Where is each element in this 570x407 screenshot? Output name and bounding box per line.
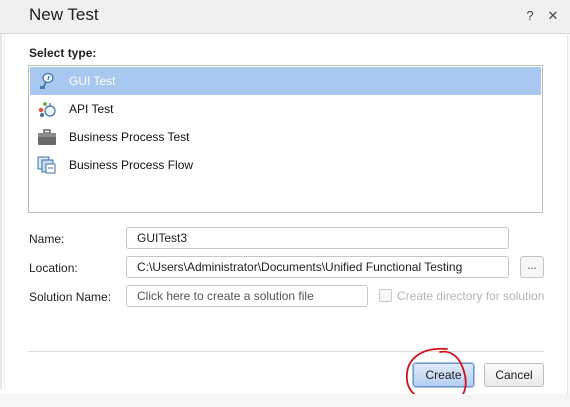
select-type-label: Select type:: [29, 46, 97, 60]
help-button[interactable]: ?: [523, 8, 537, 24]
dialog-bottom-edge: [0, 394, 570, 407]
list-item-gui-test[interactable]: GUI Test: [30, 67, 541, 95]
dialog-left-edge-inner: [4, 34, 5, 389]
process-flow-icon: [37, 156, 57, 174]
dialog-left-edge: [0, 34, 2, 389]
test-type-list[interactable]: GUI Test API Test Business Process Test: [28, 65, 543, 213]
dialog-title: New Test: [29, 5, 99, 24]
location-field[interactable]: C:\Users\Administrator\Documents\Unified…: [126, 256, 509, 278]
close-button[interactable]: ✕: [546, 8, 560, 24]
location-label: Location:: [29, 261, 78, 275]
create-directory-checkbox[interactable]: [379, 289, 392, 302]
title-bar: New Test ? ✕: [0, 0, 570, 34]
list-item-business-process-test[interactable]: Business Process Test: [30, 123, 541, 151]
list-item-label: Business Process Test: [69, 130, 190, 144]
name-field[interactable]: GUITest3: [126, 227, 509, 249]
solution-name-label: Solution Name:: [29, 290, 112, 304]
list-item-label: API Test: [69, 102, 114, 116]
list-item-label: GUI Test: [69, 74, 116, 88]
briefcase-icon: [37, 128, 57, 146]
footer-divider: [28, 351, 544, 352]
api-test-icon: [37, 100, 57, 118]
gui-test-icon: [37, 72, 57, 90]
create-directory-label: Create directory for solution: [397, 289, 545, 303]
list-item-label: Business Process Flow: [69, 158, 194, 172]
create-button[interactable]: Create: [413, 363, 474, 387]
cancel-button[interactable]: Cancel: [484, 363, 544, 387]
solution-name-field[interactable]: Click here to create a solution file: [126, 285, 368, 307]
name-label: Name:: [29, 232, 65, 246]
list-item-api-test[interactable]: API Test: [30, 95, 541, 123]
browse-button[interactable]: ...: [520, 256, 544, 278]
list-item-business-process-flow[interactable]: Business Process Flow: [30, 151, 541, 179]
